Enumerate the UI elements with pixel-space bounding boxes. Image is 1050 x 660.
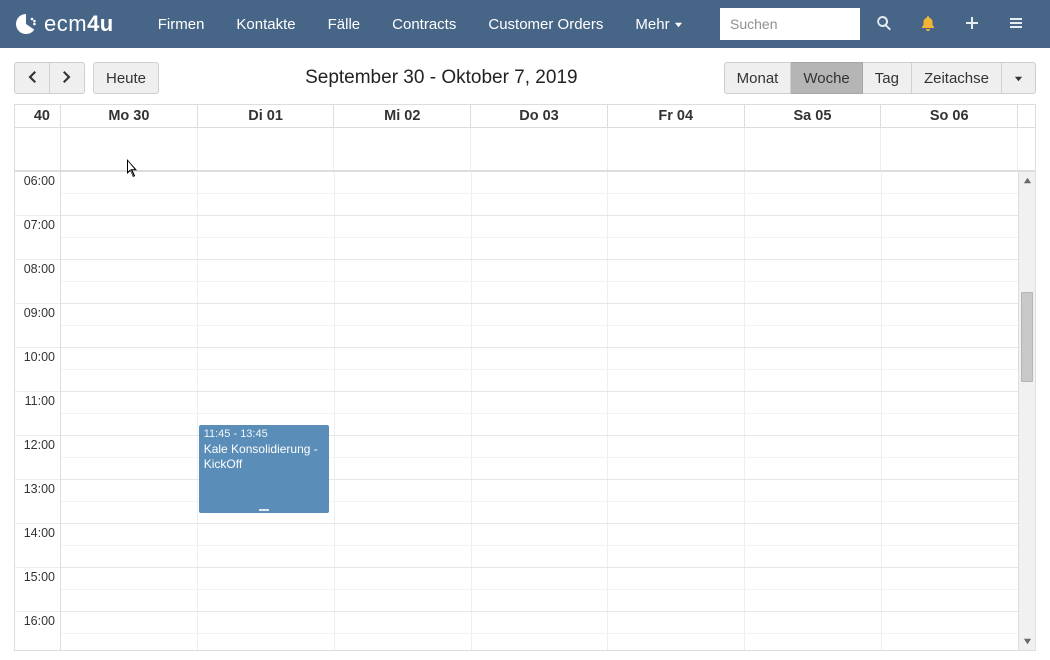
allday-cell[interactable] [608, 128, 745, 170]
allday-row [15, 128, 1035, 172]
brand-text: ecm4u [44, 11, 114, 37]
view-timeline-button[interactable]: Zeitachse [912, 62, 1002, 94]
event-time: 11:45 - 13:45 [204, 428, 325, 442]
hour-label: 16:00 [15, 612, 60, 650]
view-week-button[interactable]: Woche [791, 62, 862, 94]
chevron-right-icon [62, 70, 72, 87]
allday-cell[interactable] [61, 128, 198, 170]
caret-down-icon [674, 16, 683, 33]
search-icon [876, 15, 892, 34]
day-header-sa[interactable]: Sa 05 [745, 105, 882, 127]
nav-links: Firmen Kontakte Fälle Contracts Customer… [142, 0, 699, 48]
day-header-row: 40 Mo 30 Di 01 Mi 02 Do 03 Fr 04 Sa 05 S… [15, 105, 1035, 128]
add-button[interactable] [952, 0, 992, 48]
nav-faelle[interactable]: Fälle [312, 0, 377, 48]
bell-icon [920, 15, 936, 34]
chevron-left-icon [27, 70, 37, 87]
view-switch-group: Monat Woche Tag Zeitachse [724, 62, 1036, 94]
notifications-button[interactable] [908, 0, 948, 48]
nav-more[interactable]: Mehr [619, 0, 698, 48]
calendar-toolbar: Heute September 30 - Oktober 7, 2019 Mon… [14, 62, 1036, 94]
search-button[interactable] [864, 0, 904, 48]
plus-icon [964, 15, 980, 34]
day-header-fr[interactable]: Fr 04 [608, 105, 745, 127]
hamburger-icon [1008, 15, 1024, 34]
allday-cell[interactable] [745, 128, 882, 170]
event-title: Kale Konsolidierung - KickOff [204, 442, 318, 471]
time-column: 06:0007:0008:0009:0010:0011:0012:0013:00… [15, 172, 61, 650]
calendar-event[interactable]: 11:45 - 13:45 Kale Konsolidierung - Kick… [199, 425, 330, 513]
caret-down-icon [1014, 70, 1023, 87]
day-header-mi[interactable]: Mi 02 [334, 105, 471, 127]
date-range-title: September 30 - Oktober 7, 2019 [159, 67, 724, 89]
resize-handle-icon[interactable] [259, 509, 269, 511]
nav-kontakte[interactable]: Kontakte [220, 0, 311, 48]
hour-label: 14:00 [15, 524, 60, 568]
today-button[interactable]: Heute [93, 62, 159, 94]
time-body: 06:0007:0008:0009:0010:0011:0012:0013:00… [15, 172, 1035, 650]
scroll-down-button[interactable] [1019, 633, 1035, 650]
day-header-di[interactable]: Di 01 [198, 105, 335, 127]
calendar-grid: 40 Mo 30 Di 01 Mi 02 Do 03 Fr 04 Sa 05 S… [14, 104, 1036, 651]
search-input[interactable] [720, 8, 860, 40]
vertical-scrollbar[interactable] [1018, 172, 1035, 650]
nav-firmen[interactable]: Firmen [142, 0, 221, 48]
scroll-up-button[interactable] [1019, 172, 1035, 189]
time-slots[interactable]: 11:45 - 13:45 Kale Konsolidierung - Kick… [61, 172, 1018, 650]
nav-arrows-group [14, 62, 85, 94]
allday-cell[interactable] [334, 128, 471, 170]
hour-label: 08:00 [15, 260, 60, 304]
hour-label: 12:00 [15, 436, 60, 480]
hour-label: 11:00 [15, 392, 60, 436]
day-header-do[interactable]: Do 03 [471, 105, 608, 127]
hour-label: 06:00 [15, 172, 60, 216]
view-day-button[interactable]: Tag [863, 62, 912, 94]
day-header-mo[interactable]: Mo 30 [61, 105, 198, 127]
hour-label: 13:00 [15, 480, 60, 524]
top-navbar: ecm4u Firmen Kontakte Fälle Contracts Cu… [0, 0, 1050, 48]
brand-logo[interactable]: ecm4u [14, 11, 114, 37]
hour-label: 09:00 [15, 304, 60, 348]
view-more-button[interactable] [1002, 62, 1036, 94]
prev-button[interactable] [14, 62, 50, 94]
menu-button[interactable] [996, 0, 1036, 48]
nav-contracts[interactable]: Contracts [376, 0, 472, 48]
day-header-so[interactable]: So 06 [881, 105, 1018, 127]
allday-cell[interactable] [881, 128, 1018, 170]
nav-more-label: Mehr [635, 16, 669, 33]
next-button[interactable] [50, 62, 85, 94]
allday-cell[interactable] [471, 128, 608, 170]
scrollbar-thumb[interactable] [1021, 292, 1033, 382]
hour-label: 15:00 [15, 568, 60, 612]
view-month-button[interactable]: Monat [724, 62, 792, 94]
nav-orders[interactable]: Customer Orders [472, 0, 619, 48]
brand-icon [14, 12, 38, 36]
nav-right [720, 0, 1036, 48]
hour-label: 10:00 [15, 348, 60, 392]
week-number: 40 [15, 105, 61, 127]
hour-label: 07:00 [15, 216, 60, 260]
allday-cell[interactable] [198, 128, 335, 170]
